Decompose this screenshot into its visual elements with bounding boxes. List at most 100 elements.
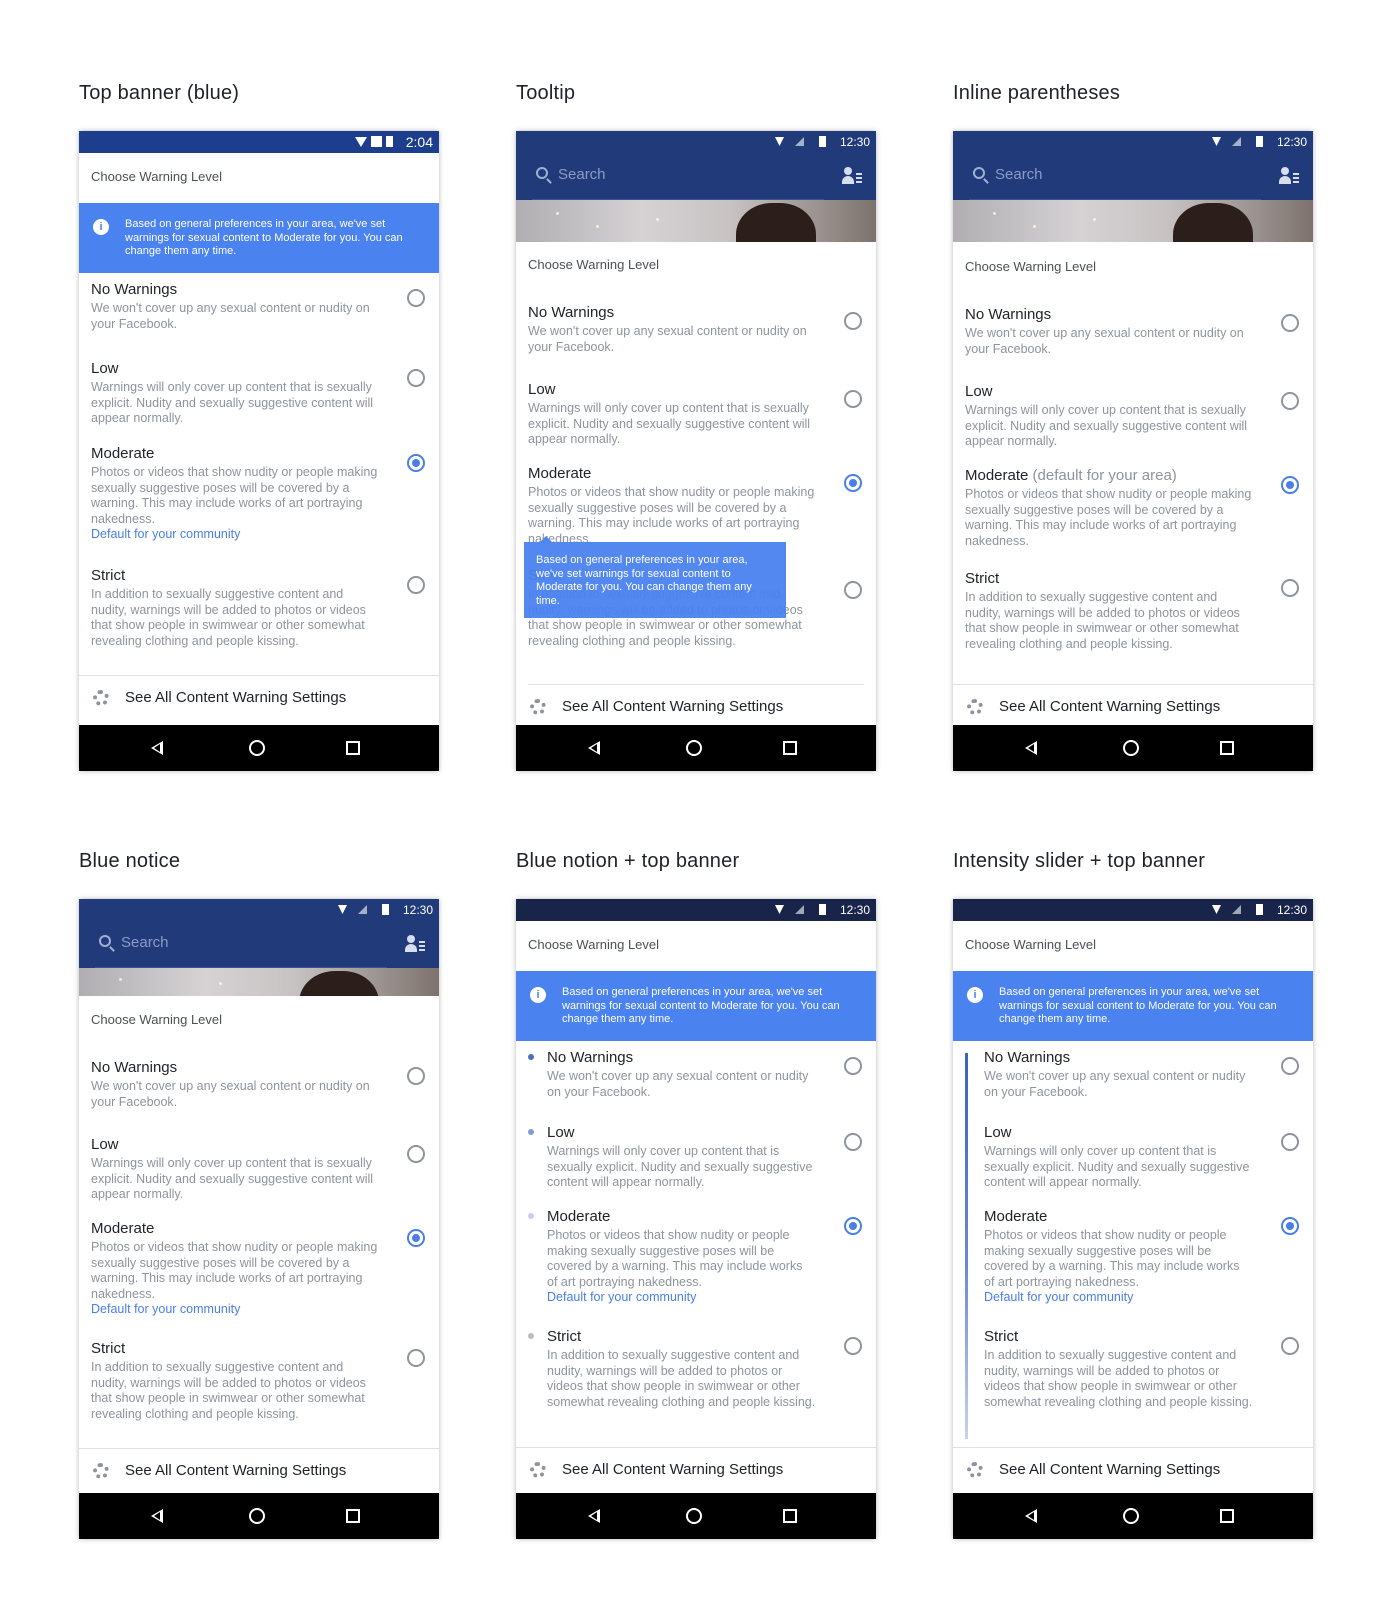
option-strict[interactable]: Strict In addition to sexually suggestiv… [516,1328,876,1410]
signal-icon [371,136,382,147]
search-icon [536,167,548,179]
radio-button[interactable] [407,289,425,307]
option-strict[interactable]: Strict In addition to sexually suggestiv… [79,1340,439,1422]
radio-button-selected[interactable] [1281,476,1299,494]
option-strict[interactable]: Strict In addition to sexually suggestiv… [953,570,1313,652]
search-input[interactable]: Search [532,153,824,200]
option-no-warnings[interactable]: No Warnings We won't cover up any sexual… [516,304,876,355]
radio-button[interactable] [1281,392,1299,410]
home-icon[interactable] [686,1508,702,1524]
back-icon[interactable] [1025,1509,1037,1523]
see-all-settings[interactable]: See All Content Warning Settings [79,676,439,720]
radio-button[interactable] [844,390,862,408]
option-low[interactable]: Low Warnings will only cover up content … [953,1124,1313,1191]
home-icon[interactable] [249,1508,265,1524]
home-icon[interactable] [1123,740,1139,756]
option-moderate[interactable]: Moderate Photos or videos that show nudi… [516,1208,876,1306]
search-bar: Search [79,921,439,968]
radio-button[interactable] [407,369,425,387]
radio-button[interactable] [1281,1337,1299,1355]
radio-button[interactable] [1281,1133,1299,1151]
home-icon[interactable] [686,740,702,756]
back-icon[interactable] [151,741,163,755]
option-low[interactable]: Low Warnings will only cover up content … [516,1124,876,1191]
radio-button[interactable] [407,1145,425,1163]
gear-icon [530,699,546,715]
option-strict[interactable]: Strict In addition to sexually suggestiv… [953,1328,1313,1410]
radio-button[interactable] [844,1133,862,1151]
home-icon[interactable] [249,740,265,756]
option-title: Strict [547,1328,582,1345]
back-icon[interactable] [588,741,600,755]
recent-apps-icon[interactable] [783,1509,797,1523]
option-no-warnings[interactable]: No Warnings We won't cover up any sexual… [516,1049,876,1100]
option-low[interactable]: Low Warnings will only cover up content … [79,1136,439,1203]
radio-button[interactable] [1281,579,1299,597]
option-low[interactable]: Low Warnings will only cover up content … [79,360,439,427]
back-icon[interactable] [588,1509,600,1523]
option-low[interactable]: Low Warnings will only cover up content … [516,381,876,448]
radio-button-selected[interactable] [1281,1217,1299,1235]
recent-apps-icon[interactable] [1220,741,1234,755]
recent-apps-icon[interactable] [346,741,360,755]
radio-button-selected[interactable] [844,1217,862,1235]
radio-button[interactable] [844,1337,862,1355]
option-title: Strict [965,570,1000,587]
see-all-settings[interactable]: See All Content Warning Settings [953,1448,1313,1492]
radio-button[interactable] [1281,1057,1299,1075]
option-moderate[interactable]: Moderate Photos or videos that show nudi… [79,1220,439,1318]
radio-button-selected[interactable] [844,474,862,492]
option-moderate[interactable]: Moderate (default for your area) Photos … [953,467,1313,549]
back-icon[interactable] [151,1509,163,1523]
radio-button[interactable] [844,1057,862,1075]
option-no-warnings[interactable]: No Warnings We won't cover up any sexual… [953,306,1313,357]
radio-button[interactable] [407,576,425,594]
option-strict[interactable]: Strict In addition to sexually suggestiv… [79,567,439,649]
search-bar: Search [953,153,1313,200]
default-link[interactable]: Default for your community [91,527,439,543]
info-banner: i Based on general preferences in your a… [79,203,439,273]
radio-button[interactable] [844,581,862,599]
home-icon[interactable] [1123,1508,1139,1524]
search-icon [973,167,985,179]
default-link[interactable]: Default for your community [91,1302,439,1318]
search-input[interactable]: Search [969,153,1261,200]
radio-button-selected[interactable] [407,454,425,472]
default-link[interactable]: Default for your community [984,1290,1313,1306]
search-bar: Search [516,153,876,200]
see-all-settings[interactable]: See All Content Warning Settings [953,685,1313,729]
friend-requests-icon[interactable] [405,935,425,953]
level-dot [528,1333,534,1339]
see-all-settings[interactable]: See All Content Warning Settings [516,1448,876,1492]
see-all-settings[interactable]: See All Content Warning Settings [516,685,876,729]
search-input[interactable]: Search [95,921,387,968]
option-desc: In addition to sexually suggestive conte… [91,1360,366,1421]
friend-requests-icon[interactable] [1279,167,1299,185]
search-placeholder: Search [995,166,1043,183]
radio-button[interactable] [844,312,862,330]
option-no-warnings[interactable]: No Warnings We won't cover up any sexual… [79,281,439,332]
see-all-settings[interactable]: See All Content Warning Settings [79,1449,439,1493]
radio-button-selected[interactable] [407,1229,425,1247]
radio-button[interactable] [1281,314,1299,332]
signal-icon [1232,137,1241,146]
back-icon[interactable] [1025,741,1037,755]
option-low[interactable]: Low Warnings will only cover up content … [953,383,1313,450]
option-title: No Warnings [91,1059,178,1076]
recent-apps-icon[interactable] [1220,1509,1234,1523]
option-no-warnings[interactable]: No Warnings We won't cover up any sexual… [79,1059,439,1110]
recent-apps-icon[interactable] [346,1509,360,1523]
default-link[interactable]: Default for your community [547,1290,876,1306]
friend-requests-icon[interactable] [842,167,862,185]
phone-top-banner: 2:04 Choose Warning Level i Based on gen… [79,131,439,771]
radio-button[interactable] [407,1067,425,1085]
option-no-warnings[interactable]: No Warnings We won't cover up any sexual… [953,1049,1313,1100]
option-moderate[interactable]: Moderate Photos or videos that show nudi… [953,1208,1313,1306]
recent-apps-icon[interactable] [783,741,797,755]
info-icon: i [967,987,983,1003]
option-moderate[interactable]: Moderate Photos or videos that show nudi… [516,465,876,547]
option-moderate[interactable]: Moderate Photos or videos that show nudi… [79,445,439,543]
option-desc: Photos or videos that show nudity or peo… [528,485,815,546]
radio-button[interactable] [407,1349,425,1367]
option-desc: Warnings will only cover up content that… [528,401,811,446]
